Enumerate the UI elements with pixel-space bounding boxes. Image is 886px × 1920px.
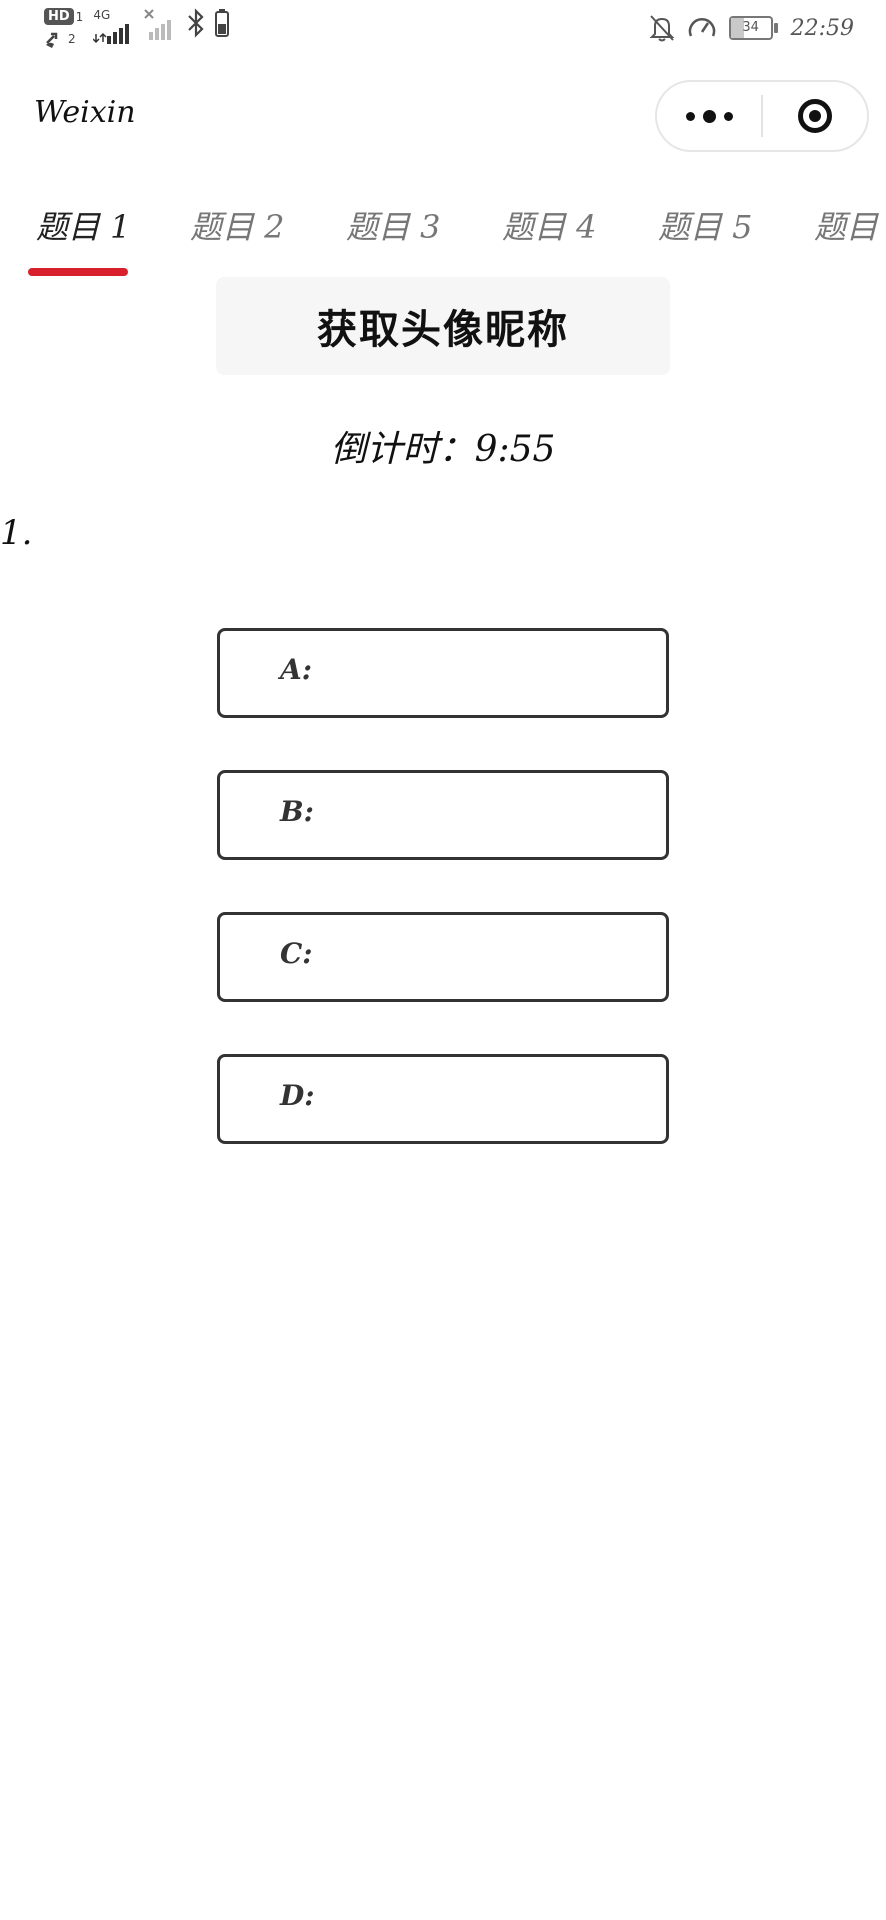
no-signal-icon [144, 9, 172, 40]
tab-question-1[interactable]: 题目 1 [36, 202, 131, 248]
question-number: 1. [0, 513, 33, 553]
more-dots-icon-center [702, 109, 716, 123]
hd-badge: HD [44, 8, 74, 25]
battery-icon: 34 [728, 16, 778, 40]
option-a-button[interactable]: A: [217, 628, 669, 718]
option-c-button[interactable]: C: [217, 912, 669, 1002]
more-dots-icon-right [723, 111, 733, 121]
app-title: Weixin [34, 95, 136, 130]
option-b-label: B: [280, 795, 315, 828]
more-button[interactable] [657, 82, 761, 150]
signal-icon [93, 24, 130, 44]
tab-question-5[interactable]: 题目 5 [658, 202, 753, 248]
option-d-button[interactable]: D: [217, 1054, 669, 1144]
tab-question-2[interactable]: 题目 2 [190, 202, 285, 248]
bluetooth-icon [188, 8, 204, 38]
more-dots-icon [685, 111, 695, 121]
mute-icon [649, 15, 675, 42]
status-left: HD 1 2 4G [44, 8, 230, 49]
option-d-label: D: [280, 1079, 315, 1112]
countdown-timer: 倒计时：9:55 [330, 429, 556, 470]
get-profile-button[interactable]: 获取头像昵称 [216, 277, 670, 375]
question-tabs: 题目 1 题目 2 题目 3 题目 4 题目 5 题目 [0, 190, 886, 280]
target-circle-icon [798, 99, 832, 133]
tab-question-6-partial[interactable]: 题目 [814, 202, 878, 248]
option-c-label: C: [280, 937, 313, 970]
target-circle-center [809, 110, 821, 122]
network-label: 4G [93, 8, 111, 22]
network-block: 4G [93, 8, 133, 44]
option-b-button[interactable]: B: [217, 770, 669, 860]
missed-call-icon [46, 32, 58, 48]
mini-program-capsule [655, 80, 869, 152]
hd-call-stack: HD 1 2 [44, 8, 83, 49]
tab-question-3[interactable]: 题目 3 [346, 202, 441, 248]
active-tab-indicator [28, 268, 128, 276]
option-a-label: A: [280, 653, 313, 686]
battery-level: 34 [742, 20, 759, 35]
status-bar: HD 1 2 4G 34 22:59 [0, 0, 886, 60]
battery-small-icon [215, 9, 230, 37]
tab-question-4[interactable]: 题目 4 [502, 202, 597, 248]
sim1-label: 1 [75, 9, 84, 24]
sim2-label: 2 [68, 32, 76, 46]
close-button[interactable] [763, 82, 867, 150]
status-time: 22:59 [790, 15, 854, 41]
status-right: 34 22:59 [649, 14, 854, 42]
speedometer-icon [688, 18, 715, 37]
